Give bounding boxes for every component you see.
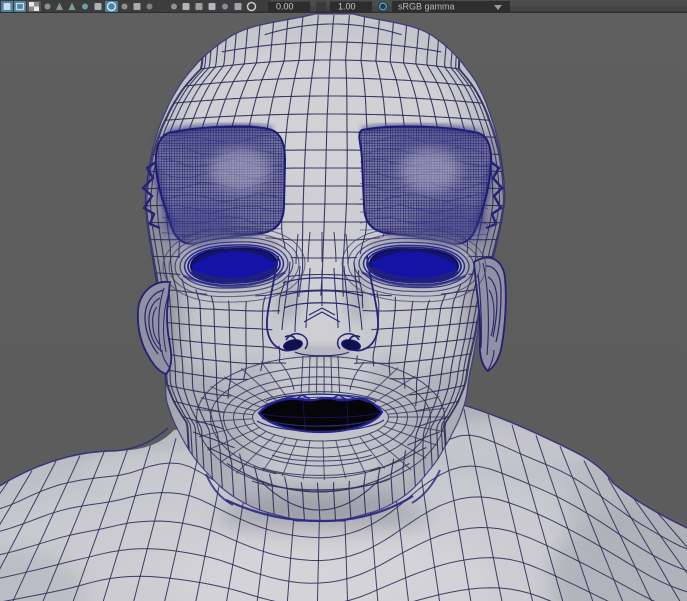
svg-text:sRGB gamma: sRGB gamma xyxy=(398,2,455,12)
svg-text:1.00: 1.00 xyxy=(338,2,356,12)
svg-text:0.00: 0.00 xyxy=(276,2,294,12)
